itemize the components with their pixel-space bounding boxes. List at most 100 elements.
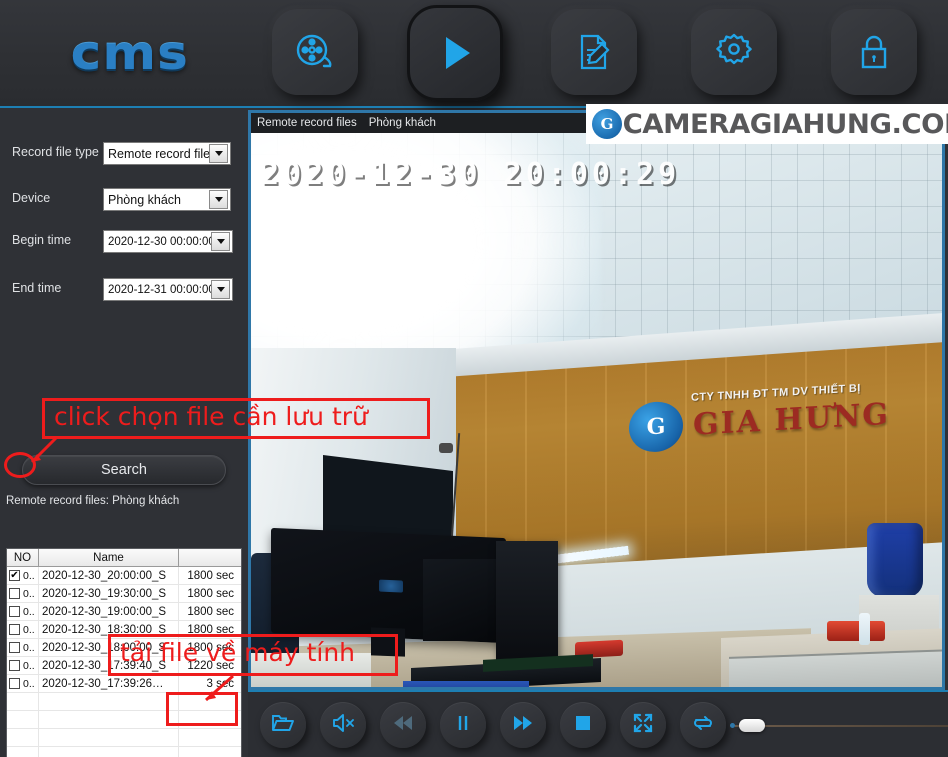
- field-row-record-file-type: Record file type Remote record files: [0, 142, 248, 168]
- row-number: 0..: [23, 587, 35, 600]
- chevron-down-icon[interactable]: [211, 280, 230, 299]
- toolbar-button-play[interactable]: [407, 5, 503, 101]
- osd-timestamp: 2020-12-30 20:00:29: [261, 157, 681, 192]
- table-row[interactable]: 0.. 2020-12-30_17:39:26… 3 sec: [7, 675, 241, 693]
- row-checkbox-cell[interactable]: 0..: [7, 585, 39, 602]
- row-duration: 1800 sec: [187, 587, 234, 600]
- toolbar-button-settings[interactable]: [691, 9, 777, 95]
- row-checkbox-cell[interactable]: 0..: [7, 567, 39, 584]
- row-number: 0..: [23, 641, 35, 654]
- water-jug: [867, 523, 923, 597]
- gear-icon: [711, 29, 757, 75]
- fullscreen-icon: [631, 711, 655, 740]
- watermark-text: CAMERAGIAHUNG.COM: [622, 108, 948, 140]
- annotation-box-download-button: [166, 692, 238, 726]
- annotation-text-select-file: click chọn file cần lưu trữ: [54, 402, 368, 431]
- row-file-name: 2020-12-30_19:00:00_S: [39, 603, 179, 620]
- app-logo-text: cms: [70, 26, 189, 80]
- document-edit-icon: [572, 30, 616, 74]
- lock-icon: [852, 30, 896, 74]
- mute-icon: [331, 711, 355, 740]
- table-row[interactable]: 0.. 2020-12-30_20:00:00_S 1800 sec: [7, 567, 241, 585]
- pause-button[interactable]: [440, 702, 486, 748]
- row-number: 0..: [23, 659, 35, 672]
- table-row[interactable]: 0.. 2020-12-30_19:30:00_S 1800 sec: [7, 585, 241, 603]
- toolbar-button-log[interactable]: [551, 9, 637, 95]
- begin-time-select[interactable]: 2020-12-30 00:00:00: [103, 230, 233, 253]
- pause-icon: [451, 711, 475, 740]
- chevron-down-icon[interactable]: [209, 144, 228, 163]
- row-number: 0..: [23, 677, 35, 690]
- row-checkbox[interactable]: [9, 606, 20, 617]
- row-checkbox-cell[interactable]: 0..: [7, 675, 39, 692]
- volume-slider-track[interactable]: [735, 725, 948, 727]
- column-header-name: Name: [39, 549, 179, 567]
- water-bottle: [859, 613, 870, 645]
- row-checkbox[interactable]: [9, 570, 20, 581]
- row-number: 0..: [23, 623, 35, 636]
- label-record-file-type: Record file type: [12, 145, 99, 159]
- field-row-device: Device Phòng khách: [0, 188, 248, 214]
- watermark-logo-icon: G: [592, 109, 622, 139]
- column-header-duration: [179, 549, 241, 567]
- table-row[interactable]: 0.. 2020-12-30_19:00:00_S 1800 sec: [7, 603, 241, 621]
- table-empty-row: [7, 747, 241, 757]
- video-header-device: Phòng khách: [368, 117, 436, 129]
- red-object-right: [827, 621, 885, 641]
- row-file-name: 2020-12-30_19:30:00_S: [39, 585, 179, 602]
- open-folder-icon: [271, 711, 295, 740]
- row-duration: 1800 sec: [187, 605, 234, 618]
- video-header-type: Remote record files: [257, 117, 357, 129]
- company-sign-line2: GIA HƯNG: [693, 396, 890, 443]
- record-file-type-select[interactable]: Remote record files: [103, 142, 231, 165]
- top-toolbar: cms: [0, 0, 948, 108]
- cabinet: [729, 649, 942, 687]
- film-reel-icon: [292, 29, 338, 75]
- chevron-down-icon[interactable]: [209, 190, 228, 209]
- row-checkbox[interactable]: [9, 588, 20, 599]
- play-icon: [431, 29, 479, 77]
- volume-slider[interactable]: [730, 719, 948, 732]
- app-logo: cms: [42, 22, 217, 84]
- device-select[interactable]: Phòng khách: [103, 188, 231, 211]
- annotation-text-download-file: tải file về máy tính: [120, 638, 356, 667]
- toolbar-button-lock[interactable]: [831, 9, 917, 95]
- end-time-select[interactable]: 2020-12-31 00:00:00: [103, 278, 233, 301]
- stop-button[interactable]: [560, 702, 606, 748]
- rewind-button[interactable]: [380, 702, 426, 748]
- loop-icon: [691, 711, 715, 740]
- row-number: 0..: [23, 605, 35, 618]
- row-checkbox[interactable]: [9, 642, 20, 653]
- monitor-secondary: [423, 559, 498, 641]
- volume-slider-knob[interactable]: [739, 719, 765, 732]
- row-checkbox-cell[interactable]: 0..: [7, 621, 39, 638]
- row-checkbox-cell[interactable]: 0..: [7, 639, 39, 656]
- row-checkbox[interactable]: [9, 624, 20, 635]
- mute-button[interactable]: [320, 702, 366, 748]
- column-header-no: NO: [7, 549, 39, 567]
- row-checkbox[interactable]: [9, 660, 20, 671]
- rewind-icon: [391, 711, 415, 740]
- repeat-button[interactable]: [680, 702, 726, 748]
- label-begin-time: Begin time: [12, 233, 72, 247]
- pc-tower: [496, 541, 558, 663]
- end-time-value: 2020-12-31 00:00:00: [108, 283, 211, 296]
- fast-forward-icon: [511, 711, 535, 740]
- stop-icon: [572, 712, 594, 739]
- chevron-down-icon[interactable]: [211, 232, 230, 251]
- fullscreen-button[interactable]: [620, 702, 666, 748]
- row-checkbox-cell[interactable]: 0..: [7, 603, 39, 620]
- open-folder-button[interactable]: [260, 702, 306, 748]
- field-row-begin-time: Begin time 2020-12-30 00:00:00: [0, 230, 248, 256]
- record-file-type-value: Remote record files: [108, 146, 209, 161]
- row-checkbox-cell[interactable]: 0..: [7, 657, 39, 674]
- label-device: Device: [12, 191, 51, 205]
- blue-object: [403, 681, 529, 687]
- toolbar-button-film-reel[interactable]: [272, 9, 358, 95]
- row-checkbox[interactable]: [9, 678, 20, 689]
- table-header-row: NO Name: [7, 549, 241, 567]
- company-wall-sign: G CTY TNHH ĐT TM DV THIẾT BỊ GIA HƯNG: [629, 373, 929, 478]
- search-button[interactable]: Search: [22, 455, 226, 485]
- fast-forward-button[interactable]: [500, 702, 546, 748]
- cms-application-window: cms Record file type Remote record files…: [0, 0, 948, 757]
